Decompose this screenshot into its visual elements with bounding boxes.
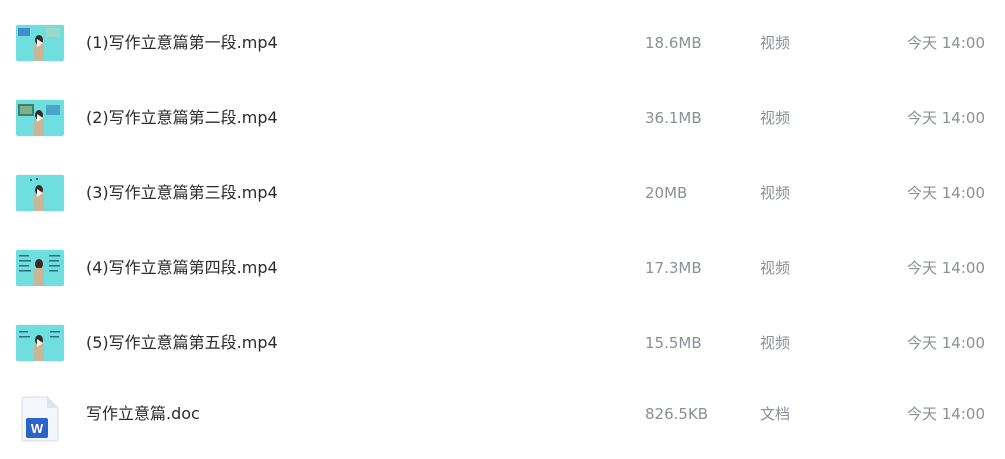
file-modified-time: 今天 14:00	[907, 109, 985, 127]
file-name[interactable]: (5)写作立意篇第五段.mp4	[86, 333, 278, 353]
file-name[interactable]: (2)写作立意篇第二段.mp4	[86, 108, 278, 128]
file-size: 826.5KB	[645, 405, 709, 423]
file-size: 15.5MB	[645, 334, 702, 352]
video-thumbnail-icon	[16, 325, 64, 361]
file-row[interactable]: (1)写作立意篇第一段.mp4 18.6MB 视频 今天 14:00	[0, 25, 1005, 100]
file-modified-time: 今天 14:00	[907, 184, 985, 202]
file-size: 17.3MB	[645, 259, 702, 277]
file-modified-time: 今天 14:00	[907, 334, 985, 352]
video-thumbnail-icon	[16, 175, 64, 211]
file-name[interactable]: (3)写作立意篇第三段.mp4	[86, 183, 278, 203]
file-type: 视频	[760, 34, 791, 52]
file-size: 20MB	[645, 184, 688, 202]
file-size: 18.6MB	[645, 34, 702, 52]
word-document-icon: W	[20, 396, 60, 442]
file-name[interactable]: 写作立意篇.doc	[86, 404, 200, 424]
file-type: 视频	[760, 184, 791, 202]
file-row[interactable]: W 写作立意篇.doc 826.5KB 文档 今天 14:00	[0, 396, 1005, 459]
svg-text:W: W	[31, 421, 44, 436]
file-modified-time: 今天 14:00	[907, 34, 985, 52]
file-list: (1)写作立意篇第一段.mp4 18.6MB 视频 今天 14:00 (2)写作…	[0, 0, 1005, 459]
file-name[interactable]: (1)写作立意篇第一段.mp4	[86, 33, 278, 53]
video-thumbnail-icon	[16, 100, 64, 136]
file-name[interactable]: (4)写作立意篇第四段.mp4	[86, 258, 278, 278]
file-size: 36.1MB	[645, 109, 702, 127]
file-type: 视频	[760, 259, 791, 277]
file-row[interactable]: (2)写作立意篇第二段.mp4 36.1MB 视频 今天 14:00	[0, 100, 1005, 175]
video-thumbnail-icon	[16, 250, 64, 286]
file-modified-time: 今天 14:00	[907, 259, 985, 277]
file-row[interactable]: (3)写作立意篇第三段.mp4 20MB 视频 今天 14:00	[0, 175, 1005, 250]
file-type: 视频	[760, 334, 791, 352]
video-thumbnail-icon	[16, 25, 64, 61]
file-type: 视频	[760, 109, 791, 127]
file-modified-time: 今天 14:00	[907, 405, 985, 423]
file-row[interactable]: (4)写作立意篇第四段.mp4 17.3MB 视频 今天 14:00	[0, 250, 1005, 325]
file-row[interactable]: (5)写作立意篇第五段.mp4 15.5MB 视频 今天 14:00	[0, 325, 1005, 400]
file-type: 文档	[760, 405, 791, 423]
